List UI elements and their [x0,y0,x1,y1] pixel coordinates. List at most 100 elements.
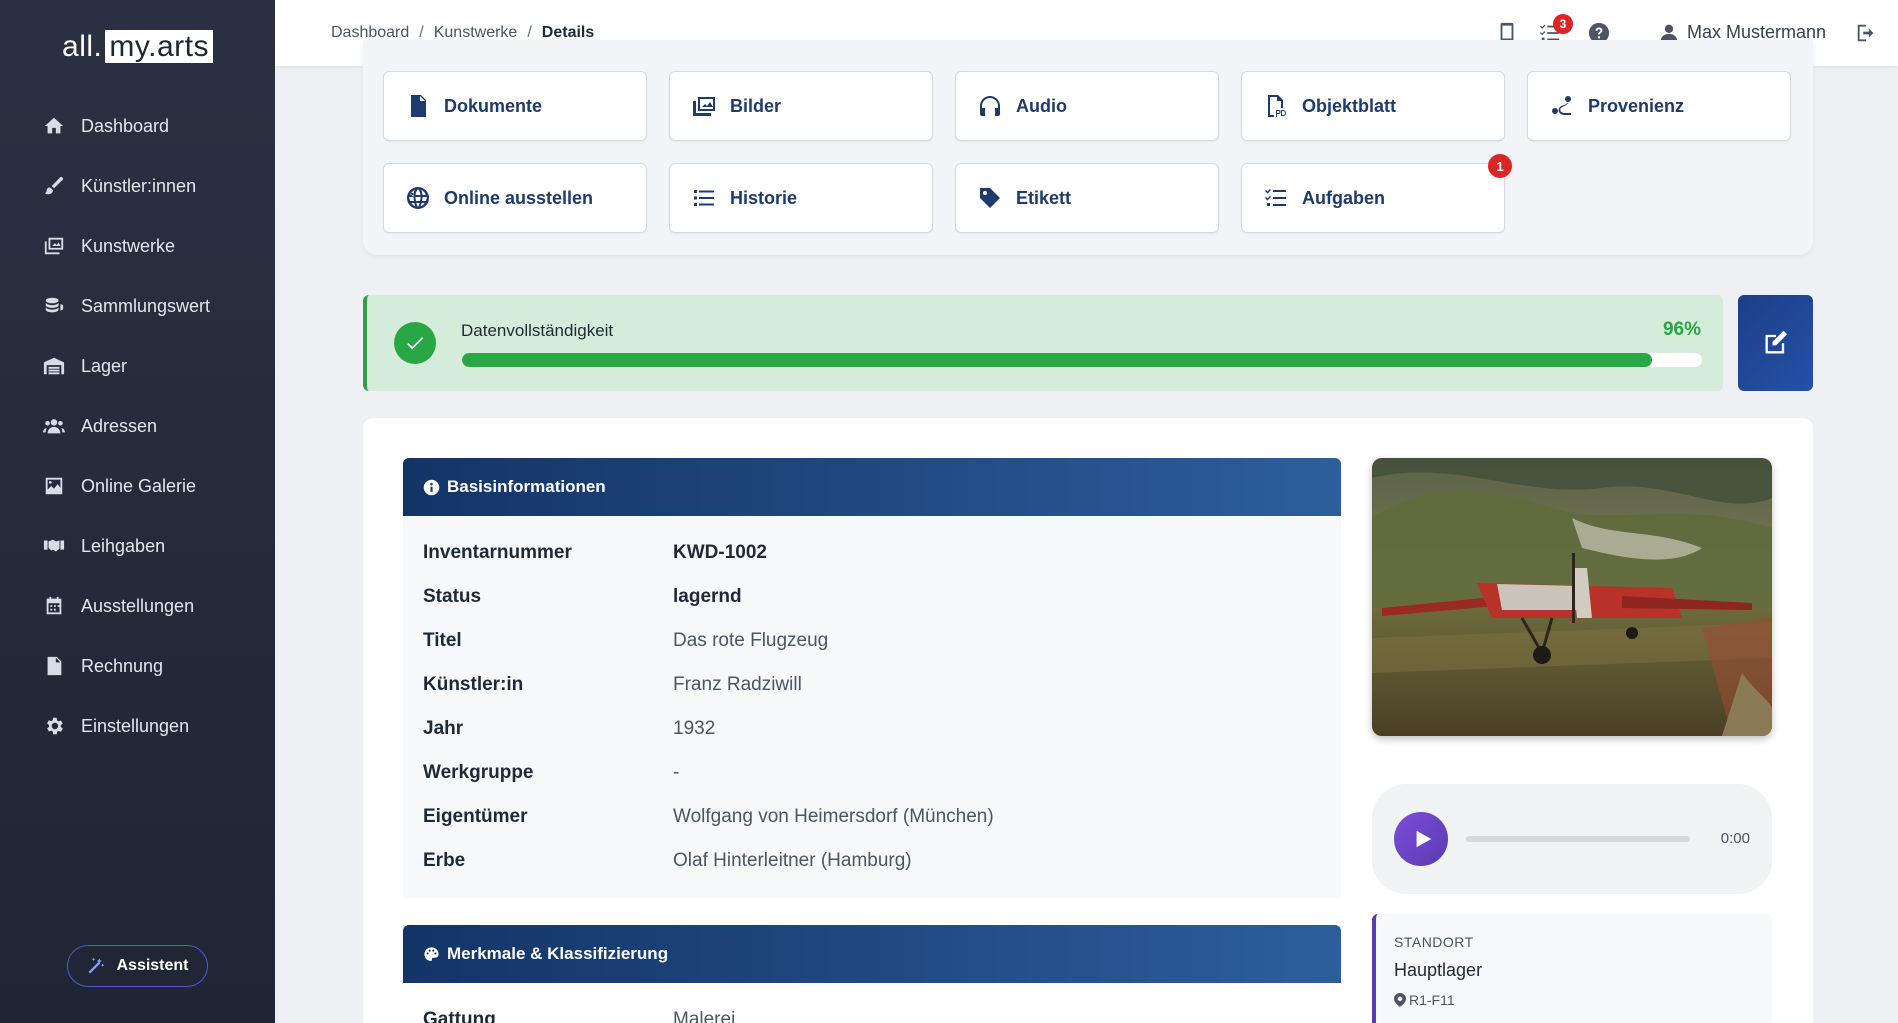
field-value: Franz Radziwill [673,674,802,695]
field-label: Werkgruppe [423,762,534,783]
artwork-painting [1372,458,1772,736]
button-label: Provenienz [1588,95,1685,116]
standort-position-text: R1-F11 [1409,992,1455,1008]
sidebar-item-label: Ausstellungen [81,595,195,616]
merkmale-section-header: Merkmale & Klassifizierung [403,925,1341,983]
audio-seek-bar[interactable] [1466,836,1690,842]
standort-value: Hauptlager [1394,960,1483,980]
sidebar-item-adressen[interactable]: Adressen [0,406,275,446]
sidebar-item-kunstwerke[interactable]: Kunstwerke [0,226,275,266]
logout-icon[interactable] [1853,20,1879,46]
assistant-button[interactable]: Assistent [67,945,208,987]
field-row: Erbe Olaf Hinterleitner (Hamburg) [423,846,1323,876]
field-value: Olaf Hinterleitner (Hamburg) [673,850,912,871]
field-value: Das rote Flugzeug [673,630,829,651]
sidebar-item-label: Adressen [81,415,158,436]
sidebar-item-label: Leihgaben [81,535,166,556]
headphones-icon [980,96,1000,116]
completeness-label: Datenvollständigkeit [461,321,614,340]
sidebar-item-leihgaben[interactable]: Leihgaben [0,526,275,566]
field-label: Titel [423,630,462,651]
button-label: Aufgaben [1302,187,1385,208]
objektblatt-button[interactable]: Objektblatt [1241,71,1505,141]
etikett-button[interactable]: Etikett [955,163,1219,233]
field-label: Gattung [423,1009,496,1023]
images-icon [41,235,67,257]
audio-time: 0:00 [1720,830,1750,847]
field-label: Status [423,586,482,607]
field-row: Inventarnummer KWD-1002 [423,538,1323,568]
bilder-button[interactable]: Bilder [669,71,933,141]
play-icon [1416,830,1432,848]
sidebar: all. my.arts Dashboard Künstler:innen Kun… [0,0,275,1023]
online-ausstellen-button[interactable]: Online ausstellen [383,163,647,233]
sidebar-item-online-galerie[interactable]: Online Galerie [0,466,275,506]
file-icon [411,95,426,117]
tasks-icon [1265,189,1286,206]
sidebar-item-sammlungswert[interactable]: Sammlungswert [0,286,275,326]
sidebar-item-label: Sammlungswert [81,295,211,316]
field-label: Jahr [423,718,464,739]
field-value: lagernd [673,586,742,607]
button-label: Bilder [730,95,782,116]
action-panel: Dokumente Bilder Audio Objektblatt Prove… [363,40,1813,255]
edit-button[interactable] [1738,295,1813,391]
app-logo[interactable]: all. my.arts [0,30,275,64]
assistant-label: Assistent [116,957,189,974]
sidebar-item-einstellungen[interactable]: Einstellungen [0,706,275,746]
image-icon [41,475,67,497]
aufgaben-badge: 1 [1488,154,1512,178]
standort-card: STANDORT Hauptlager R1-F11 [1372,914,1772,1023]
aufgaben-button[interactable]: Aufgaben 1 [1241,154,1512,233]
route-icon [1552,96,1571,115]
sidebar-item-rechnung[interactable]: Rechnung [0,646,275,686]
field-label: Künstler:in [423,674,524,695]
sidebar-item-dashboard[interactable]: Dashboard [0,106,275,146]
historie-button[interactable]: Historie [669,163,933,233]
sidebar-item-lager[interactable]: Lager [0,346,275,386]
invoice-icon [41,655,67,677]
field-label: Eigentümer [423,806,528,827]
button-label: Objektblatt [1302,95,1397,116]
dokumente-button[interactable]: Dokumente [383,71,647,141]
gear-icon [41,715,67,737]
completeness-progress-fill [462,353,1653,367]
brush-icon [41,175,67,197]
sidebar-item-label: Einstellungen [81,715,190,736]
artwork-image[interactable] [1372,458,1772,736]
handshake-icon [41,535,67,557]
sidebar-item-label: Dashboard [81,115,170,136]
basis-section-body: Inventarnummer KWD-1002 Status lagernd Tit… [403,516,1341,898]
play-button[interactable] [1394,812,1448,866]
field-value: 1932 [673,718,716,739]
provenienz-button[interactable]: Provenienz [1527,71,1791,141]
button-label: Audio [1016,95,1067,116]
info-icon [423,479,440,495]
sidebar-item-label: Online Galerie [81,475,197,496]
coins-icon [41,295,67,317]
completeness-panel: Datenvollständigkeit 96% [363,295,1723,391]
sidebar-item-kuenstler[interactable]: Künstler:innen [0,166,275,206]
edit-icon [1765,330,1787,354]
globe-icon [407,187,429,209]
basis-section-title: Basisinformationen [447,477,606,496]
field-row: Status lagernd [423,582,1323,612]
palette-icon [424,946,439,961]
standort-position: R1-F11 [1394,992,1455,1008]
field-label: Erbe [423,850,466,871]
users-icon [41,415,67,437]
field-row: Eigentümer Wolfgang von Heimersdorf (Münc… [423,802,1323,832]
field-row: Jahr 1932 [423,714,1323,744]
field-row: Werkgruppe - [423,758,1323,788]
audio-player: 0:00 [1372,784,1772,894]
button-label: Etikett [1016,187,1072,208]
sidebar-item-label: Lager [81,355,128,376]
audio-button[interactable]: Audio [955,71,1219,141]
field-row: Titel Das rote Flugzeug [423,626,1323,656]
sidebar-item-ausstellungen[interactable]: Ausstellungen [0,586,275,626]
field-label: Inventarnummer [423,542,572,563]
field-value: KWD-1002 [673,542,767,563]
check-icon [394,322,436,364]
button-label: Historie [730,187,798,208]
sidebar-item-label: Künstler:innen [81,175,197,196]
